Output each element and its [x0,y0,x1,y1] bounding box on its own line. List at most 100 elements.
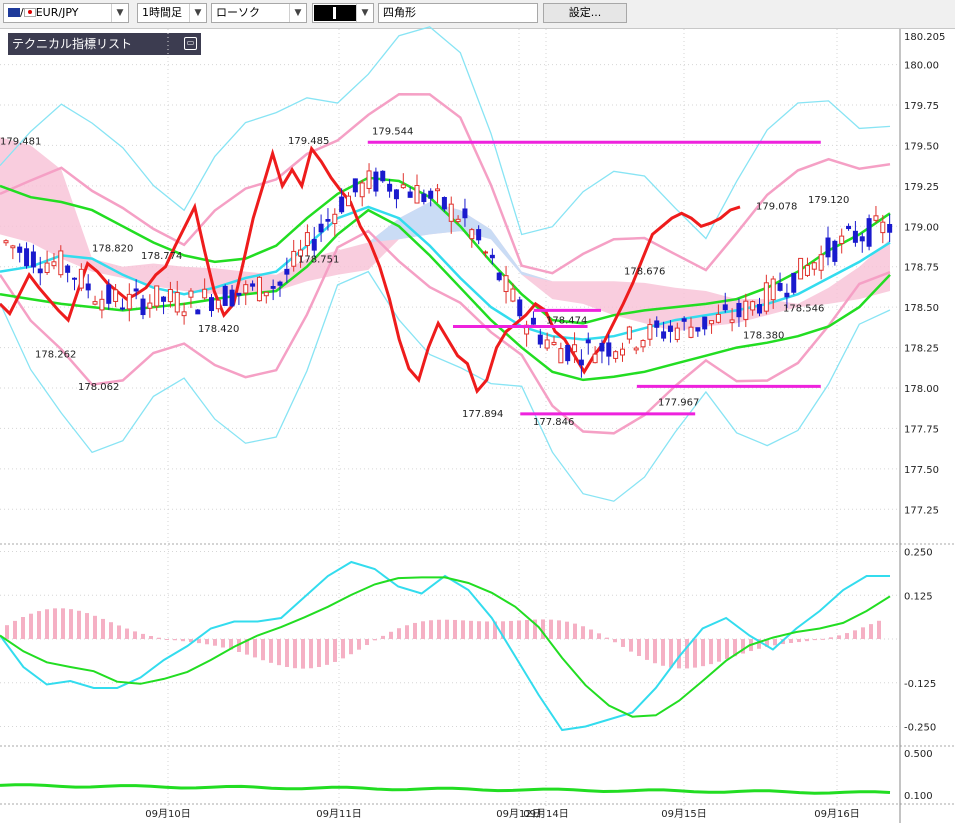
histogram-bar [309,639,313,669]
histogram-bar [5,625,9,639]
bull-candle [839,235,845,244]
chart-area: 179.481 178.820 178.774 178.262 178.062 178.4… [0,26,955,823]
bear-candle [30,251,36,268]
bear-candle [421,193,427,203]
histogram-bar [485,621,489,639]
histogram-bar [797,639,801,643]
horizontal-levels [367,140,821,416]
histogram-bar [861,627,865,639]
bottom-panel [0,783,891,795]
bear-candle [681,318,687,322]
bull-candle [483,251,488,254]
y-tick-label: 178.75 [904,263,939,274]
histogram-bar [581,626,585,639]
price-label: 179.481 [0,137,41,148]
bear-candle [325,219,331,222]
bull-candle [263,291,269,297]
bear-candle [229,289,235,307]
histogram-bar [29,613,33,639]
bull-candle [448,203,454,222]
histogram-bar [821,638,825,640]
histogram-bar [605,637,609,639]
y-tick-label: 179.50 [904,141,939,152]
price-label: 178.676 [624,267,665,278]
bull-candle [818,254,824,271]
histogram-bar [701,639,705,667]
bear-candle [578,359,584,366]
bull-candle [10,245,16,249]
bear-candle [462,208,468,219]
bear-candle [270,286,276,289]
histogram-bar [13,620,17,639]
bull-candle [510,288,516,302]
histogram-bar [381,635,385,639]
bull-candle [743,300,749,320]
x-tick-label: 09月10日 [145,808,190,820]
histogram-bar [845,633,849,639]
oscillator-signal-line [0,576,891,718]
histogram-bar [725,639,729,659]
price-label: 179.078 [756,202,797,213]
bull-candle [688,326,694,338]
y-tick-label: 179.25 [904,182,939,193]
histogram-bar [133,631,137,639]
bull-candle [304,232,310,247]
histogram-bar [141,633,145,639]
bear-candle [37,268,43,274]
bear-candle [496,272,502,281]
bull-candle [167,288,173,303]
histogram-bar [813,639,817,641]
price-label: 178.546 [783,304,824,315]
y-tick-label: 0.500 [904,749,933,760]
bull-candle [763,282,769,312]
histogram-bar [325,639,329,665]
histogram-bar [37,611,41,639]
bear-candle [757,304,762,314]
bear-candle [195,309,201,315]
bear-candle [236,292,242,296]
histogram-bar [157,637,161,639]
histogram-bar [685,639,689,669]
bear-candle [133,288,139,292]
histogram-bar [253,639,257,658]
bear-candle [318,223,324,233]
bull-candle [188,290,194,298]
bottom-indicator-line [0,783,891,795]
histogram-bar [461,620,465,639]
histogram-bar [349,639,353,655]
bull-candle [346,195,351,207]
histogram-bar [285,639,289,667]
bull-candle [44,262,50,273]
bull-candle [243,284,249,294]
bear-candle [380,170,386,182]
bull-candle [640,340,646,348]
bear-candle [393,189,399,200]
bull-candle [613,351,619,359]
histogram-bar [61,608,65,639]
bear-candle [654,320,660,328]
x-tick-label: 09月14日 [523,808,568,820]
bear-candle [407,191,413,198]
histogram-bar [773,639,777,646]
histogram-bar [557,620,561,639]
bull-candle [215,299,221,310]
histogram-bar [149,636,153,639]
bull-candle [558,348,564,364]
bull-candle [147,302,153,309]
bull-candle [58,250,64,276]
y-tick-label: 180.00 [904,61,939,72]
bull-candle [154,285,160,307]
y-tick-label: 178.00 [904,384,939,395]
histogram-bar [717,639,721,662]
histogram-bar [709,639,713,665]
bull-candle [620,348,625,356]
bear-candle [65,265,71,273]
price-label: 178.062 [78,382,119,393]
bear-candle [832,240,838,262]
bear-candle [17,246,23,253]
bull-candle [674,327,680,340]
y-tick-label: 177.25 [904,505,939,516]
histogram-bar [517,620,521,639]
histogram-bar [437,619,441,639]
bear-candle [250,283,256,287]
